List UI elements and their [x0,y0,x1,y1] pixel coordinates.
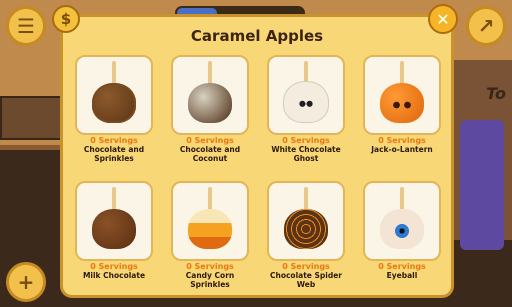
ghost-face [297,99,315,111]
recipe-tile [363,181,441,261]
recipe-card-milk-chocolate[interactable]: 0 Servings Milk Chocolate [71,177,157,289]
recipe-tile [267,55,345,135]
apple-image [188,209,232,249]
servings-count: 0 Servings [90,136,138,145]
apple-image [92,209,136,249]
plus-icon: + [17,270,35,294]
recipe-name: White Chocolate Ghost [271,145,341,163]
pumpkin-face [391,101,413,111]
recipe-tile [171,181,249,261]
recipe-tile [75,181,153,261]
apple-image [92,83,136,123]
recipe-card-jack-o-lantern[interactable]: 0 Servings Jack-o-Lantern [359,51,445,163]
apple-image [188,83,232,123]
servings-count: 0 Servings [378,136,426,145]
recipe-tile [75,55,153,135]
menu-button[interactable]: ☰ [6,6,46,46]
recipe-grid: 0 Servings Chocolate and Sprinkles 0 Ser… [71,51,447,295]
recipe-card-candy-corn-sprinkles[interactable]: 0 Servings Candy Corn Sprinkles [167,177,253,289]
servings-count: 0 Servings [282,262,330,271]
recipe-tile [171,55,249,135]
recipe-card-eyeball[interactable]: 0 Servings Eyeball [359,177,445,289]
coin-icon: $ [52,5,80,33]
recipe-card-chocolate-and-coconut[interactable]: 0 Servings Chocolate and Coconut [167,51,253,163]
caramel-apples-modal: Caramel Apples 0 Servings Chocolate and … [60,14,454,298]
recipe-tile [363,55,441,135]
recipe-name: Chocolate Spider Web [269,271,342,289]
background-purple-item [460,120,504,250]
servings-count: 0 Servings [186,136,234,145]
recipe-name: Chocolate and Coconut [179,145,241,163]
recipe-name: Chocolate and Sprinkles [83,145,145,163]
stats-button[interactable]: ↗ [466,6,506,46]
corner-text: To [486,84,506,103]
servings-count: 0 Servings [282,136,330,145]
apple-image [380,209,424,249]
servings-count: 0 Servings [186,262,234,271]
close-icon: ✕ [436,9,450,29]
recipe-name: Milk Chocolate [82,271,146,280]
apple-image [284,209,328,249]
recipe-tile [267,181,345,261]
servings-count: 0 Servings [90,262,138,271]
recipe-card-chocolate-and-sprinkles[interactable]: 0 Servings Chocolate and Sprinkles [71,51,157,163]
recipe-card-white-chocolate-ghost[interactable]: 0 Servings White Chocolate Ghost [263,51,349,163]
menu-icon: ☰ [17,14,35,38]
recipe-name: Eyeball [386,271,418,280]
add-button[interactable]: + [6,262,46,302]
trend-icon: ↗ [477,14,495,38]
close-button[interactable]: ✕ [428,4,458,34]
recipe-card-chocolate-spider-web[interactable]: 0 Servings Chocolate Spider Web [263,177,349,289]
servings-count: 0 Servings [378,262,426,271]
recipe-name: Jack-o-Lantern [371,145,433,154]
modal-title: Caramel Apples [190,27,324,45]
recipe-name: Candy Corn Sprinkles [185,271,235,289]
